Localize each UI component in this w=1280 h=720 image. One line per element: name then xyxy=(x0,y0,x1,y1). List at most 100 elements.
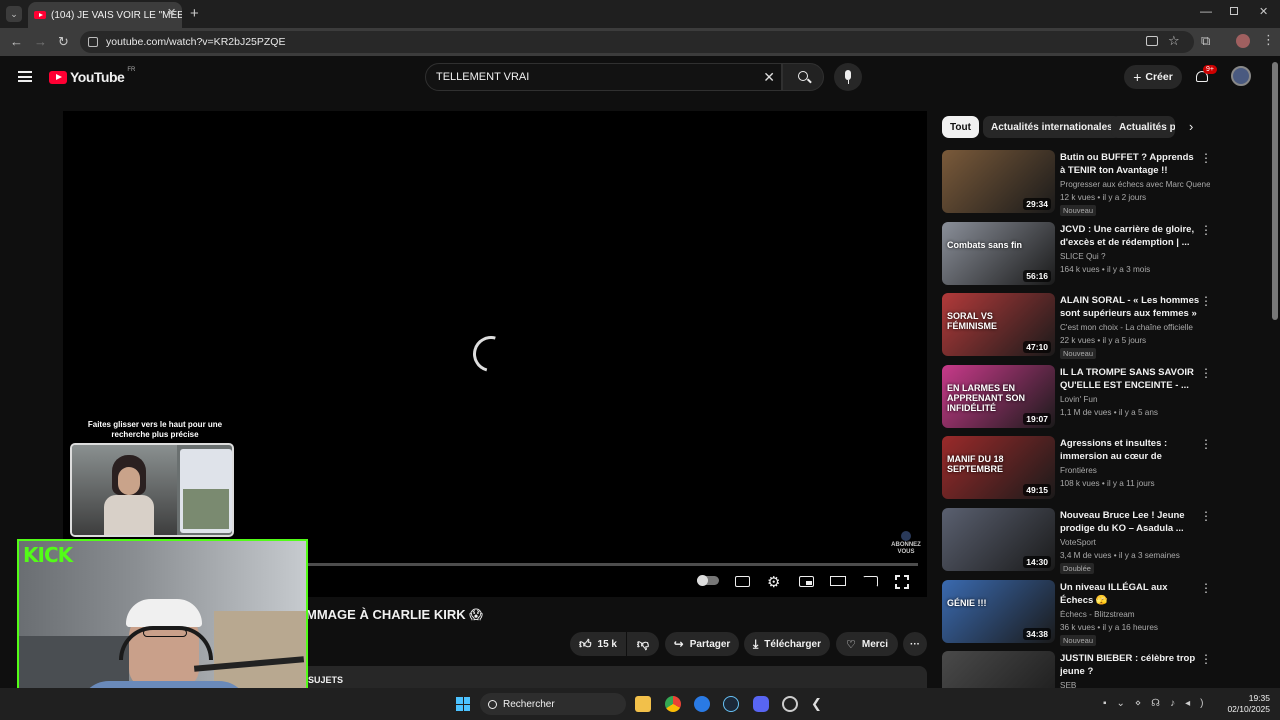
more-vertical-icon[interactable]: ⋮ xyxy=(1200,295,1212,307)
subtitles-icon[interactable] xyxy=(735,576,750,587)
download-button[interactable]: ⤓ Télécharger xyxy=(744,632,830,656)
recommendation-title[interactable]: JUSTIN BIEBER : célèbre trop jeune ? xyxy=(1060,652,1200,678)
tray-icons[interactable]: ▪⌄⋄☊♪◂) xyxy=(1103,698,1213,709)
thanks-button[interactable]: ♡ Merci xyxy=(836,632,898,656)
tab-close-icon[interactable]: ✕ xyxy=(167,8,176,19)
chip-international-news[interactable]: Actualités internationales xyxy=(983,116,1121,138)
restore-icon[interactable] xyxy=(1230,7,1238,15)
chips-next-icon[interactable]: › xyxy=(1189,119,1193,134)
autoplay-toggle[interactable] xyxy=(697,575,719,586)
discord-icon[interactable] xyxy=(753,696,769,712)
address-bar[interactable]: youtube.com/watch?v=KR2bJ25PZQE xyxy=(80,31,1194,53)
recommendation-item[interactable]: GÉNIE !!! 34:38 Un niveau ILLÉGAL aux Éche… xyxy=(942,580,1212,646)
video-thumbnail[interactable]: Combats sans fin 56:16 xyxy=(942,222,1055,285)
reload-icon[interactable]: ↻ xyxy=(58,35,69,48)
install-app-icon[interactable] xyxy=(1146,36,1158,46)
hamburger-menu-icon[interactable] xyxy=(18,71,32,82)
short-preview-thumbnail[interactable] xyxy=(70,443,234,537)
cast-icon[interactable] xyxy=(863,576,878,587)
recommendation-channel[interactable]: C'est mon choix - La chaîne officielle xyxy=(1060,323,1210,332)
more-vertical-icon[interactable]: ⋮ xyxy=(1200,152,1212,164)
forward-icon[interactable]: → xyxy=(34,35,47,48)
more-vertical-icon[interactable]: ⋮ xyxy=(1200,224,1212,236)
description-box[interactable]: SUJETS xyxy=(300,666,927,688)
clock[interactable]: 19:35 02/10/2025 xyxy=(1222,693,1270,715)
tab-search-icon[interactable]: ⌄ xyxy=(6,6,22,22)
swipe-hint: Faites glisser vers le haut pour une rec… xyxy=(80,420,230,440)
recommendation-title[interactable]: Butin ou BUFFET ? Apprends à TENIR ton A… xyxy=(1060,151,1200,177)
fullscreen-icon[interactable] xyxy=(895,575,909,589)
settings-gear-icon[interactable]: ⚙ xyxy=(767,573,780,591)
recommendation-channel[interactable]: Lovin' Fun xyxy=(1060,395,1210,404)
video-thumbnail[interactable]: SORAL VS FÉMINISME 47:10 xyxy=(942,293,1055,356)
recommendation-channel[interactable]: SLICE Qui ? xyxy=(1060,252,1210,261)
channel-watermark[interactable]: ABONNEZ VOUS xyxy=(891,531,921,556)
miniplayer-icon[interactable] xyxy=(799,576,814,587)
more-vertical-icon[interactable]: ⋮ xyxy=(1200,653,1212,665)
video-thumbnail[interactable]: EN LARMES EN APPRENANT SON INFIDÉLITÉ 19:… xyxy=(942,365,1055,428)
chip-political-news[interactable]: Actualités po xyxy=(1111,116,1175,138)
recommendation-title[interactable]: Agressions et insultes : immersion au cœ… xyxy=(1060,437,1200,464)
video-thumbnail[interactable]: 14:30 xyxy=(942,508,1055,571)
recommendation-item[interactable]: Combats sans fin 56:16 JCVD : Une carrière… xyxy=(942,222,1212,286)
profile-avatar[interactable] xyxy=(1236,34,1250,48)
recommendation-meta: 108 k vues • il y a 11 jours xyxy=(1060,479,1155,488)
search-input[interactable]: TELLEMENT VRAI ✕ xyxy=(425,63,782,91)
steam-icon[interactable] xyxy=(723,696,739,712)
page-scrollbar[interactable] xyxy=(1272,62,1278,320)
duration-badge: 56:16 xyxy=(1023,270,1051,282)
more-vertical-icon[interactable]: ⋮ xyxy=(1200,510,1212,522)
like-button[interactable]: 👍︎ 15 k xyxy=(570,632,626,656)
app-icon-chevron[interactable]: ❮ xyxy=(811,696,827,712)
browser-tab[interactable]: (104) JE VAIS VOIR LE "MEETING xyxy=(28,2,182,28)
share-button[interactable]: ↪ Partager xyxy=(665,632,739,656)
new-tab-icon[interactable]: + xyxy=(190,6,199,21)
recommendation-item[interactable]: EN LARMES EN APPRENANT SON INFIDÉLITÉ 19:… xyxy=(942,365,1212,429)
theater-mode-icon[interactable] xyxy=(830,576,846,586)
start-button-icon[interactable] xyxy=(456,697,470,711)
progress-bar[interactable] xyxy=(307,563,918,566)
taskbar-search[interactable]: Rechercher xyxy=(480,693,626,715)
more-vertical-icon[interactable]: ⋮ xyxy=(1200,582,1212,594)
more-actions-button[interactable]: ··· xyxy=(903,632,927,656)
notifications-button[interactable]: 9+ xyxy=(1195,65,1217,84)
recommendation-channel[interactable]: Frontières xyxy=(1060,466,1210,475)
recommendation-title[interactable]: JCVD : Une carrière de gloire, d'excès e… xyxy=(1060,223,1200,249)
account-avatar[interactable] xyxy=(1231,66,1251,86)
recommendation-title[interactable]: Un niveau ILLÉGAL aux Échecs 🫣 xyxy=(1060,581,1200,607)
video-thumbnail[interactable]: 29:34 xyxy=(942,150,1055,213)
more-vertical-icon[interactable]: ⋮ xyxy=(1200,367,1212,379)
window-close-icon[interactable]: ✕ xyxy=(1259,7,1268,18)
site-info-icon[interactable] xyxy=(88,37,98,47)
back-icon[interactable]: ← xyxy=(10,35,23,48)
recommendation-item[interactable]: SORAL VS FÉMINISME 47:10 ALAIN SORAL - « L… xyxy=(942,293,1212,359)
app-icon-gray[interactable] xyxy=(782,696,798,712)
recommendation-channel[interactable]: Progresser aux échecs avec Marc Quene... xyxy=(1060,180,1210,189)
recommendation-item[interactable]: 14:30 Nouveau Bruce Lee ! Jeune prodige d… xyxy=(942,508,1212,574)
chrome-icon[interactable] xyxy=(665,696,681,712)
recommendation-channel[interactable]: Échecs - Blitzstream xyxy=(1060,610,1210,619)
search-button[interactable] xyxy=(782,63,824,91)
chip-all[interactable]: Tout xyxy=(942,116,979,138)
more-vertical-icon[interactable]: ⋮ xyxy=(1200,438,1212,450)
create-button[interactable]: + Créer xyxy=(1124,65,1182,89)
app-icon-blue[interactable] xyxy=(694,696,710,712)
minimize-icon[interactable]: — xyxy=(1200,5,1212,17)
recommendation-title[interactable]: IL LA TROMPE SANS SAVOIR QU'ELLE EST ENC… xyxy=(1060,366,1200,392)
recommendation-item[interactable]: MANIF DU 18 SEPTEMBRE 49:15 Agressions et … xyxy=(942,436,1212,500)
file-explorer-icon[interactable] xyxy=(635,696,651,712)
recommendation-title[interactable]: ALAIN SORAL - « Les hommes sont supérieu… xyxy=(1060,294,1200,321)
bookmark-star-icon[interactable]: ☆ xyxy=(1168,34,1180,47)
recommendation-item[interactable]: 29:34 Butin ou BUFFET ? Apprends à TENIR … xyxy=(942,150,1212,216)
recommendation-title[interactable]: Nouveau Bruce Lee ! Jeune prodige du KO … xyxy=(1060,509,1200,535)
extensions-icon[interactable]: ⧉ xyxy=(1201,34,1210,47)
plus-icon: + xyxy=(1133,69,1142,85)
browser-menu-icon[interactable]: ⋮ xyxy=(1262,33,1275,46)
video-thumbnail[interactable]: GÉNIE !!! 34:38 xyxy=(942,580,1055,643)
voice-search-button[interactable] xyxy=(834,63,862,91)
recommendation-channel[interactable]: VoteSport xyxy=(1060,538,1210,547)
clear-search-icon[interactable]: ✕ xyxy=(763,69,775,86)
dislike-button[interactable]: 👎︎ xyxy=(627,632,659,656)
youtube-logo[interactable]: YouTube FR xyxy=(49,67,135,85)
video-thumbnail[interactable]: MANIF DU 18 SEPTEMBRE 49:15 xyxy=(942,436,1055,499)
